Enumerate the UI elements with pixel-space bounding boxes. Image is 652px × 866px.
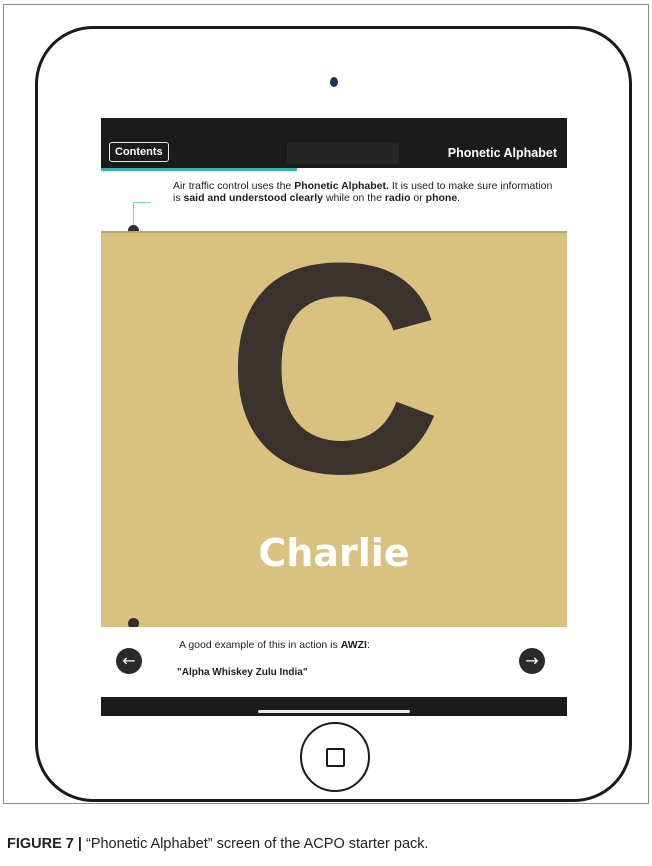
caption-text: “Phonetic Alphabet” screen of the ACPO s… <box>81 836 429 852</box>
page-title: Phonetic Alphabet <box>447 146 557 160</box>
example-panel: A good example of this in action is AWZI… <box>101 627 567 697</box>
example-text: A good example of this in action is AWZI… <box>179 639 370 651</box>
arrow-left-icon: ← <box>122 651 136 670</box>
app-screen: Contents Phonetic Alphabet Air traffic c… <box>101 118 567 716</box>
arrow-right-icon: → <box>525 651 539 670</box>
header-slot <box>287 142 399 164</box>
back-button[interactable]: ← <box>116 648 142 674</box>
home-button[interactable] <box>300 722 370 792</box>
bottom-bar <box>101 697 567 716</box>
home-indicator[interactable] <box>258 710 410 713</box>
letter-card[interactable]: C Charlie <box>101 203 567 627</box>
next-button[interactable]: → <box>519 648 545 674</box>
caption-label: FIGURE 7 | <box>7 836 82 852</box>
top-bar: Contents Phonetic Alphabet <box>101 118 567 168</box>
example-suffix: : <box>366 639 370 651</box>
example-prefix: A good example of this in action is <box>179 639 341 651</box>
figure-caption: FIGURE 7 | “Phonetic Alphabet” screen of… <box>7 836 429 852</box>
home-square-icon <box>326 748 345 767</box>
intro-bold-1: Phonetic Alphabet. <box>294 180 389 192</box>
contents-button[interactable]: Contents <box>109 142 169 162</box>
example-code: AWZI <box>340 639 367 651</box>
camera-icon <box>330 77 338 87</box>
example-quote: "Alpha Whiskey Zulu India" <box>177 667 308 678</box>
big-letter: C <box>225 200 443 536</box>
intro-text-1: Air traffic control uses the <box>173 180 295 192</box>
phonetic-word: Charlie <box>258 531 410 575</box>
